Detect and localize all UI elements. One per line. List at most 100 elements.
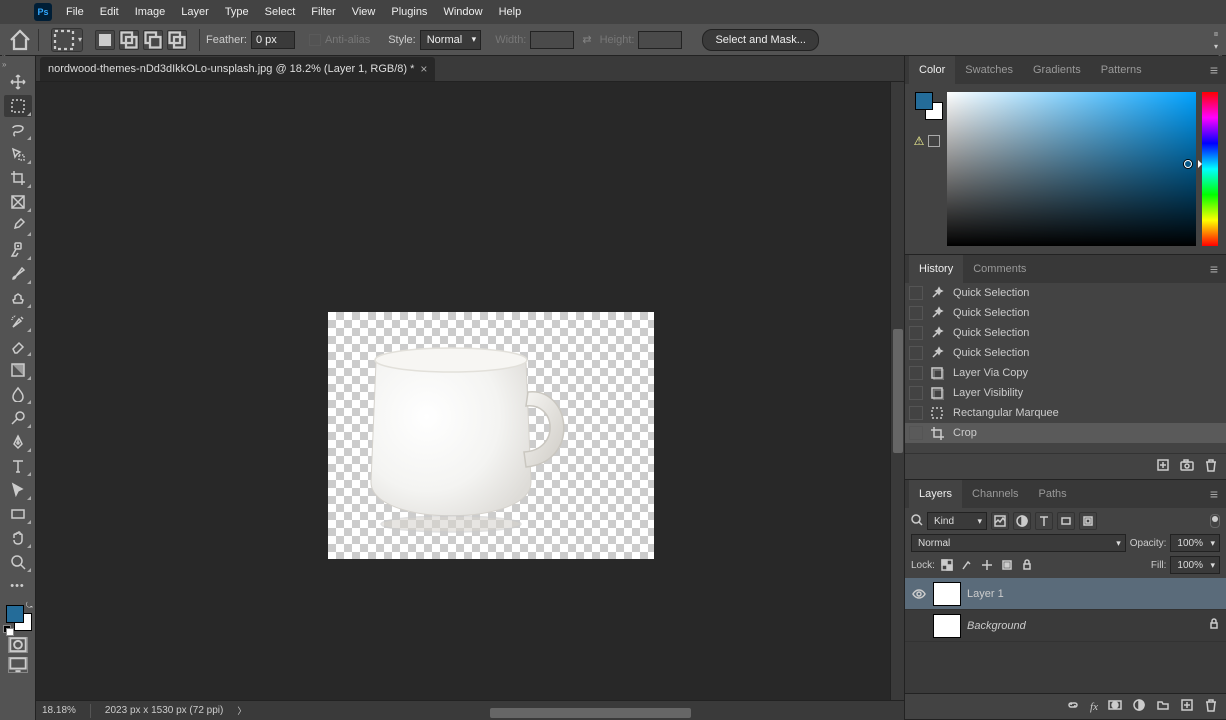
history-item[interactable]: Layer Visibility (905, 383, 1226, 403)
filter-kind-select[interactable]: Kind (927, 512, 987, 530)
tab-history[interactable]: History (909, 255, 963, 283)
visibility-toggle[interactable] (911, 618, 927, 634)
layer-row[interactable]: Layer 1 (905, 578, 1226, 610)
layer-style-icon[interactable]: fx (1090, 701, 1098, 713)
vertical-scrollbar[interactable] (890, 82, 904, 700)
lock-artboard-icon[interactable] (999, 557, 1015, 573)
panel-menu-icon[interactable]: ≡ (1206, 486, 1222, 502)
filter-pixel-icon[interactable] (991, 512, 1009, 530)
selection-add-icon[interactable] (119, 30, 139, 50)
lock-all-icon[interactable] (1019, 557, 1035, 573)
color-field[interactable] (947, 92, 1196, 246)
zoom-tool[interactable] (4, 551, 32, 573)
menu-file[interactable]: File (58, 0, 92, 24)
filter-smartobject-icon[interactable] (1079, 512, 1097, 530)
group-icon[interactable] (1156, 698, 1170, 715)
clone-stamp-tool[interactable] (4, 287, 32, 309)
horizontal-scrollbar[interactable] (270, 706, 898, 716)
gradient-tool[interactable] (4, 359, 32, 381)
menu-image[interactable]: Image (127, 0, 174, 24)
doc-dimensions[interactable]: 2023 px x 1530 px (72 ppi) (105, 705, 223, 716)
rectangle-tool[interactable] (4, 503, 32, 525)
eraser-tool[interactable] (4, 335, 32, 357)
visibility-toggle[interactable] (911, 586, 927, 602)
panel-menu-icon[interactable]: ≡ (1206, 62, 1222, 78)
move-tool[interactable] (4, 71, 32, 93)
layer-thumbnail[interactable] (933, 582, 961, 606)
tab-patterns[interactable]: Patterns (1091, 56, 1152, 84)
screenmode-toggle[interactable] (8, 657, 28, 673)
home-button[interactable] (8, 28, 32, 52)
lasso-tool[interactable] (4, 119, 32, 141)
document-tab[interactable]: nordwood-themes-nDd3dIkkOLo-unsplash.jpg… (40, 57, 435, 81)
history-item[interactable]: Quick Selection (905, 343, 1226, 363)
menu-edit[interactable]: Edit (92, 0, 127, 24)
snapshot-icon[interactable] (1180, 458, 1194, 475)
history-item[interactable]: Layer Via Copy (905, 363, 1226, 383)
feather-input[interactable] (251, 31, 295, 49)
menu-view[interactable]: View (344, 0, 384, 24)
toolbar-collapse-icon[interactable]: » (2, 60, 6, 69)
eyedropper-tool[interactable] (4, 215, 32, 237)
history-item[interactable]: Rectangular Marquee (905, 403, 1226, 423)
select-and-mask-button[interactable]: Select and Mask... (702, 29, 819, 51)
tab-layers[interactable]: Layers (909, 480, 962, 508)
new-layer-icon[interactable] (1180, 698, 1194, 715)
close-tab-icon[interactable]: × (420, 62, 427, 76)
history-item[interactable]: Quick Selection (905, 323, 1226, 343)
layer-row[interactable]: Background (905, 610, 1226, 642)
quickmask-toggle[interactable] (8, 637, 28, 653)
style-select[interactable]: Normal (420, 30, 481, 50)
history-brush-tool[interactable] (4, 311, 32, 333)
zoom-level[interactable]: 18.18% (42, 705, 76, 716)
history-item[interactable]: Quick Selection (905, 303, 1226, 323)
adjustment-layer-icon[interactable] (1132, 698, 1146, 715)
websafe-swatch[interactable] (928, 135, 940, 147)
panel-menu-icon[interactable]: ≡ (1206, 261, 1222, 277)
selection-intersect-icon[interactable] (167, 30, 187, 50)
delete-icon[interactable] (1204, 458, 1218, 475)
frame-tool[interactable] (4, 191, 32, 213)
menu-layer[interactable]: Layer (173, 0, 217, 24)
tab-comments[interactable]: Comments (963, 255, 1036, 283)
marquee-tool[interactable] (4, 95, 32, 117)
color-fgbg-swatch[interactable] (915, 92, 939, 116)
filter-search-icon[interactable] (911, 514, 923, 529)
hue-slider[interactable] (1202, 92, 1218, 246)
selection-new-icon[interactable] (95, 30, 115, 50)
layer-name[interactable]: Background (967, 620, 1026, 632)
opacity-input[interactable]: 100% (1170, 534, 1220, 552)
link-layers-icon[interactable] (1066, 698, 1080, 715)
blend-mode-select[interactable]: Normal (911, 534, 1126, 552)
menu-type[interactable]: Type (217, 0, 257, 24)
crop-tool[interactable] (4, 167, 32, 189)
brush-tool[interactable] (4, 263, 32, 285)
menu-plugins[interactable]: Plugins (383, 0, 435, 24)
menu-select[interactable]: Select (257, 0, 304, 24)
fill-input[interactable]: 100% (1170, 556, 1220, 574)
gamut-warning-icon[interactable]: ⚠ (914, 134, 925, 148)
foreground-color-swatch[interactable] (6, 605, 24, 623)
canvas-area[interactable] (36, 82, 904, 700)
menu-window[interactable]: Window (435, 0, 490, 24)
default-colors-icon[interactable] (3, 625, 11, 633)
filter-adjustment-icon[interactable] (1013, 512, 1031, 530)
tab-swatches[interactable]: Swatches (955, 56, 1023, 84)
canvas[interactable] (328, 312, 654, 559)
tab-channels[interactable]: Channels (962, 480, 1028, 508)
layer-name[interactable]: Layer 1 (967, 588, 1004, 600)
history-item[interactable]: Crop (905, 423, 1226, 443)
tab-paths[interactable]: Paths (1029, 480, 1077, 508)
filter-type-icon[interactable] (1035, 512, 1053, 530)
filter-shape-icon[interactable] (1057, 512, 1075, 530)
dodge-tool[interactable] (4, 407, 32, 429)
blur-tool[interactable] (4, 383, 32, 405)
filter-toggle-switch[interactable] (1210, 514, 1220, 528)
selection-subtract-icon[interactable] (143, 30, 163, 50)
menu-filter[interactable]: Filter (303, 0, 343, 24)
quick-selection-tool[interactable] (4, 143, 32, 165)
status-caret-icon[interactable]: 〉 (237, 704, 246, 717)
lock-position-icon[interactable] (979, 557, 995, 573)
hand-tool[interactable] (4, 527, 32, 549)
type-tool[interactable] (4, 455, 32, 477)
